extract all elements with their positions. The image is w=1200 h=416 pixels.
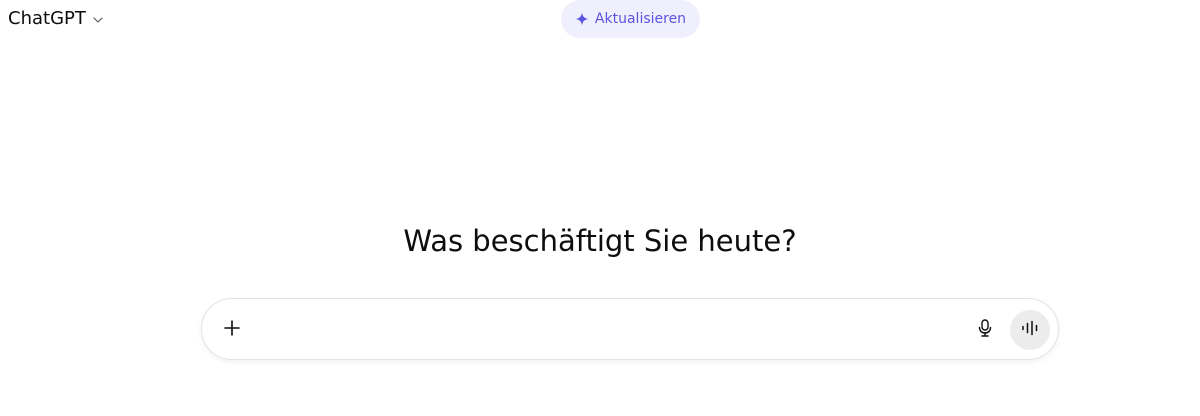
sparkle-icon (575, 12, 589, 26)
model-switcher[interactable]: ChatGPT (8, 6, 104, 32)
chat-page: ChatGPT Aktualisieren Was beschäftigt Si… (0, 0, 1200, 416)
upgrade-button[interactable]: Aktualisieren (561, 0, 700, 38)
attach-button[interactable] (216, 314, 248, 346)
upgrade-label: Aktualisieren (594, 11, 687, 27)
plus-icon (223, 319, 241, 341)
model-name: ChatGPT (8, 8, 86, 29)
microphone-icon (977, 319, 993, 341)
page-heading: Was beschäftigt Sie heute? (403, 224, 797, 258)
dictate-button[interactable] (969, 314, 1001, 346)
prompt-input[interactable] (260, 313, 964, 349)
chevron-down-icon (92, 14, 104, 26)
voice-mode-icon (1021, 320, 1039, 340)
composer (201, 298, 1059, 360)
voice-mode-button[interactable] (1010, 310, 1050, 350)
